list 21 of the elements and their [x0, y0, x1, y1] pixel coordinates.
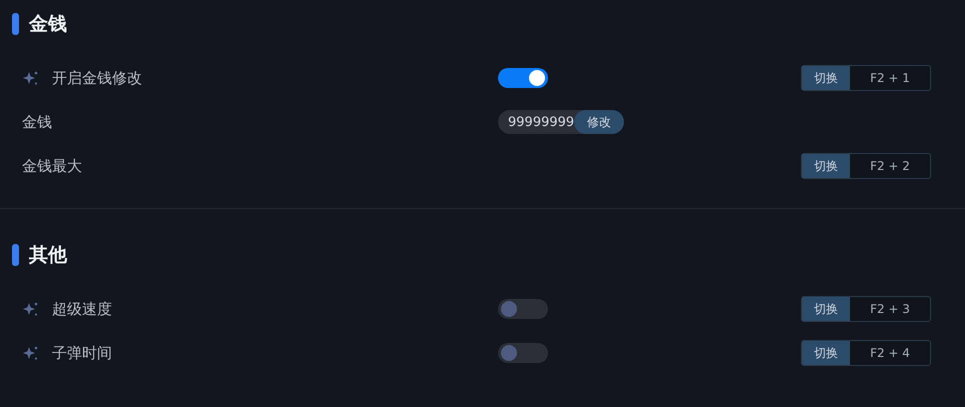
hotkey-binding[interactable]: 切换 F2 + 4 — [801, 340, 931, 366]
hotkey-binding[interactable]: 切换 F2 + 3 — [801, 296, 931, 322]
hotkey-action: 切换 — [802, 297, 850, 321]
section-title: 金钱 — [29, 12, 67, 37]
section-title: 其他 — [29, 243, 67, 268]
toggle-switch[interactable] — [498, 68, 548, 88]
option-label: 子弹时间 — [52, 344, 112, 362]
option-label: 金钱 — [22, 112, 52, 132]
hotkey-binding[interactable]: 切换 F2 + 2 — [801, 153, 931, 179]
option-label: 超级速度 — [52, 300, 112, 318]
option-label: 金钱最大 — [22, 156, 82, 176]
hotkey-action: 切换 — [802, 66, 850, 90]
section-marker — [12, 244, 19, 266]
section-marker — [12, 13, 19, 35]
modify-button[interactable]: 修改 — [574, 110, 624, 134]
toggle-switch[interactable] — [498, 343, 548, 363]
hotkey-action: 切换 — [802, 154, 850, 178]
toggle-switch[interactable] — [498, 299, 548, 319]
option-label: 开启金钱修改 — [52, 68, 142, 88]
hotkey-binding[interactable]: 切换 F2 + 1 — [801, 65, 931, 91]
hotkey-action: 切换 — [802, 341, 850, 365]
